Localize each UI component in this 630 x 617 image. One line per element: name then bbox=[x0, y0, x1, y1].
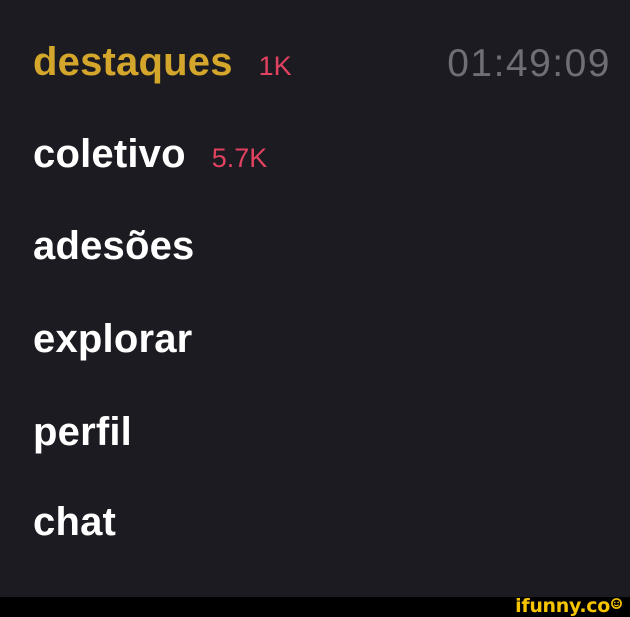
watermark-text: ifunny.co bbox=[515, 595, 610, 617]
menu-item-label: chat bbox=[33, 500, 117, 544]
menu-item-explorar[interactable]: explorar bbox=[33, 317, 192, 362]
menu-item-label: perfil bbox=[33, 410, 132, 454]
menu-item-coletivo[interactable]: coletivo 5.7K bbox=[33, 132, 267, 177]
ifunny-watermark: ifunny.co bbox=[515, 595, 622, 617]
menu-item-destaques[interactable]: destaques 1K bbox=[33, 40, 292, 85]
menu-item-adesoes[interactable]: adesões bbox=[33, 224, 195, 269]
menu-item-label: coletivo bbox=[33, 132, 186, 176]
menu-item-chat[interactable]: chat bbox=[33, 500, 116, 545]
notification-count: 1K bbox=[258, 51, 292, 81]
clock-time: 01:49:09 bbox=[447, 42, 611, 85]
smiley-icon bbox=[611, 597, 622, 609]
menu-item-label: destaques bbox=[33, 40, 233, 84]
menu-item-label: adesões bbox=[33, 224, 195, 268]
menu-item-perfil[interactable]: perfil bbox=[33, 410, 132, 455]
notification-count: 5.7K bbox=[211, 143, 268, 173]
menu-item-label: explorar bbox=[33, 317, 193, 361]
